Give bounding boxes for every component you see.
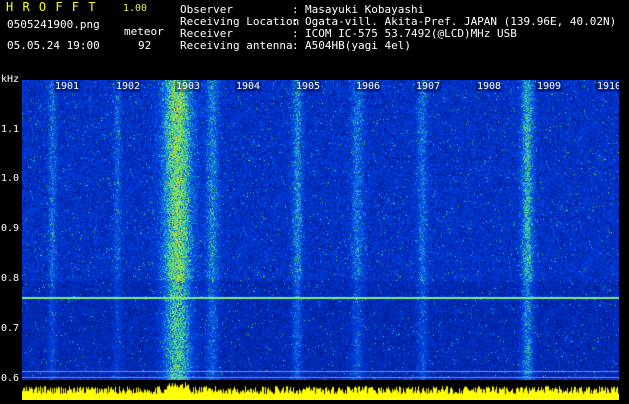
time-tick: 1901 [54, 81, 81, 92]
version-label: 1.00 [123, 3, 148, 14]
frequency-tick: 0.9 [1, 223, 20, 234]
time-tick: 1907 [415, 81, 442, 92]
time-tick: 1908 [476, 81, 503, 92]
frequency-axis: kHz 1.1 1.0 0.9 0.8 0.7 0.6 [0, 70, 22, 385]
time-tick: 1902 [115, 81, 142, 92]
frequency-unit-label: kHz [1, 74, 20, 85]
time-tick: 1905 [295, 81, 322, 92]
frequency-tick: 1.0 [1, 173, 20, 184]
app-title: H R O F F T [6, 0, 97, 14]
time-tick: 1906 [355, 81, 382, 92]
time-tick: 1904 [235, 81, 262, 92]
mode-label: meteor [124, 25, 164, 38]
time-axis: 1901 1902 1903 1904 1905 1906 1907 1908 … [22, 80, 623, 94]
amplitude-strip [22, 380, 619, 400]
time-tick: 1903 [175, 81, 202, 92]
antenna-sep: : [292, 39, 299, 52]
frequency-tick: 0.6 [1, 373, 20, 384]
frequency-tick: 0.8 [1, 273, 20, 284]
spectrogram [22, 80, 619, 380]
frequency-tick: 1.1 [1, 124, 20, 135]
frequency-tick: 0.7 [1, 323, 20, 334]
antenna-value: A504HB(yagi 4el) [305, 39, 411, 52]
time-tick: 1909 [536, 81, 563, 92]
filename-label: 0505241900.png [7, 18, 100, 31]
datetime-label: 05.05.24 19:00 [7, 39, 100, 52]
antenna-label: Receiving antenna [180, 39, 293, 52]
right-border [619, 80, 629, 400]
count-label: 92 [138, 39, 152, 52]
